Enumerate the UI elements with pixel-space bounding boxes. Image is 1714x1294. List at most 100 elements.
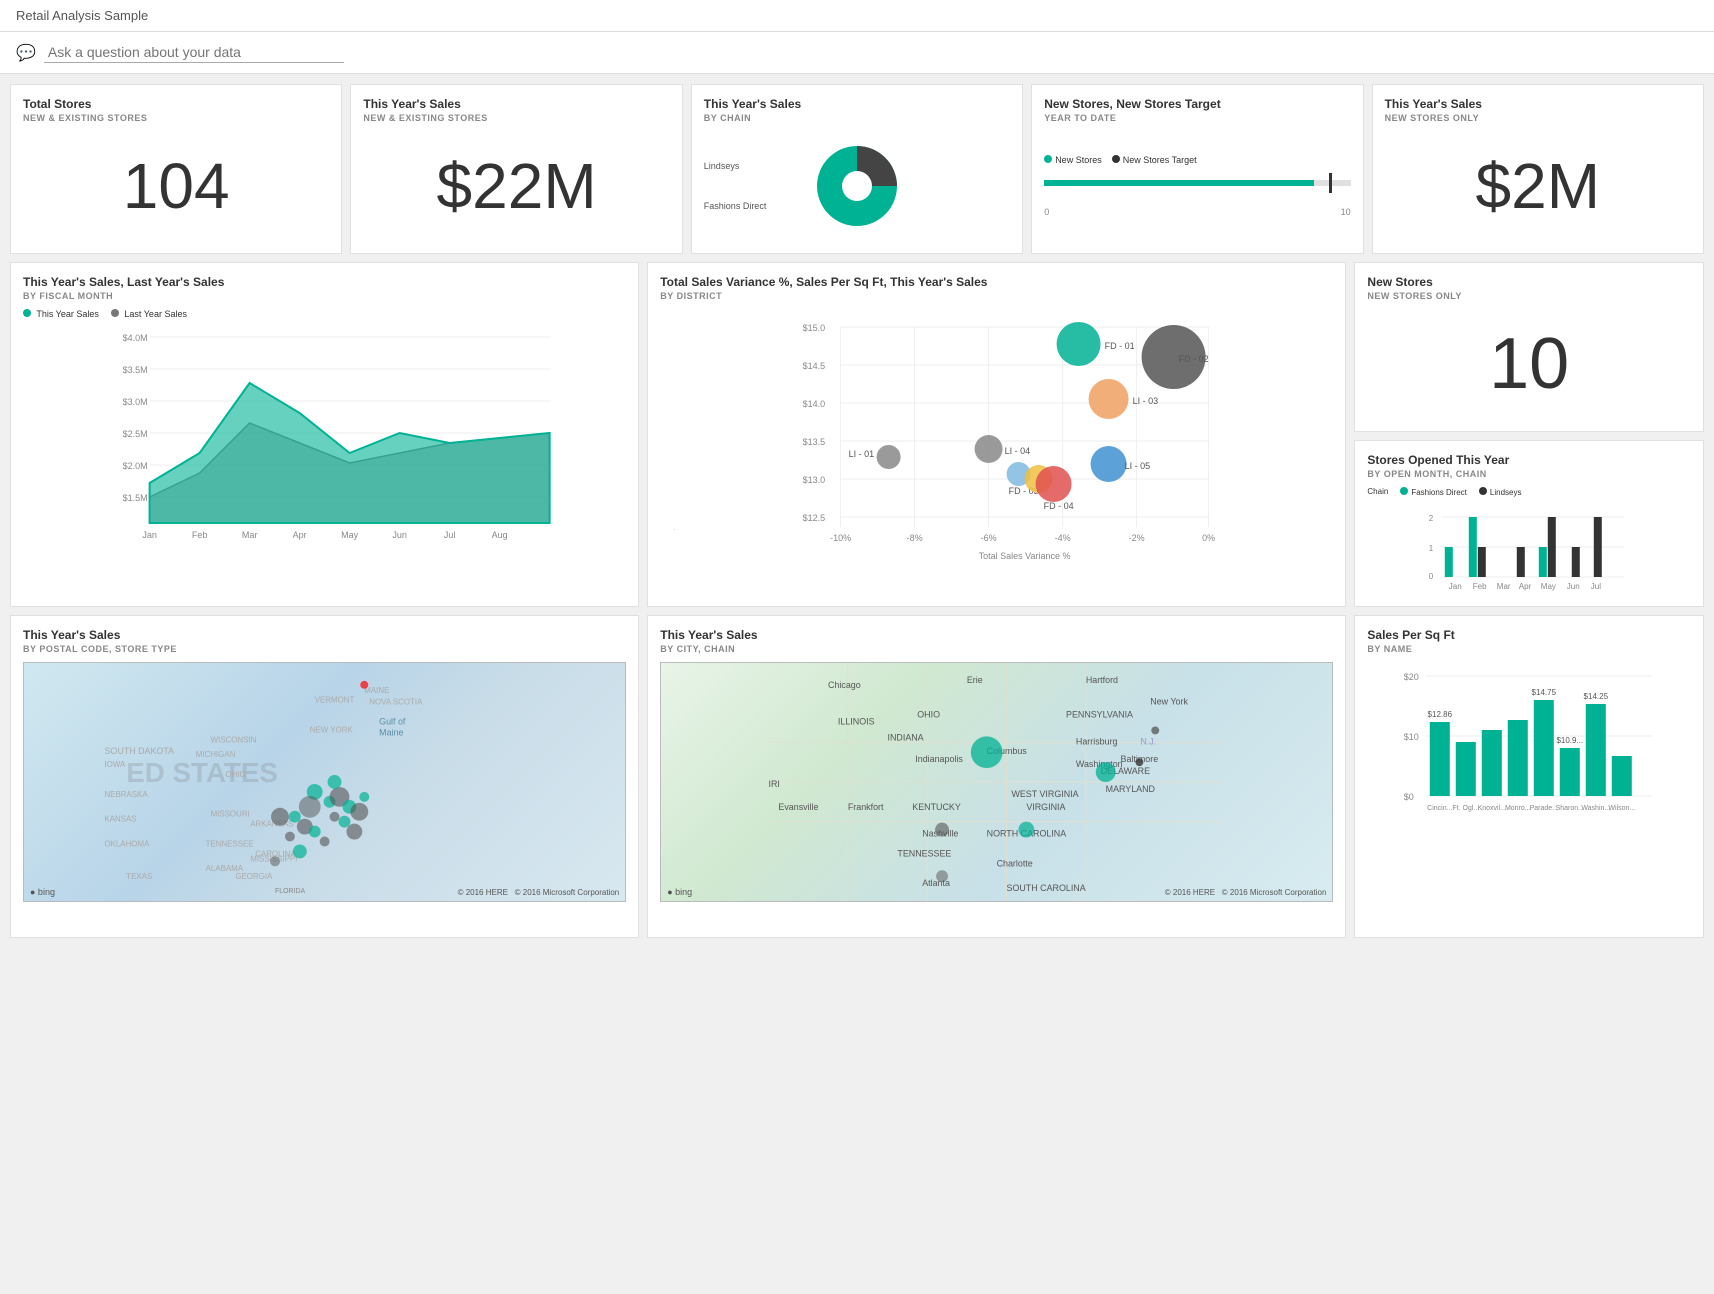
right-col-row2: New Stores NEW STORES ONLY 10 Stores Ope… <box>1354 262 1704 607</box>
scatter-svg: Sales Per Sq Ft $15.0 $14.5 $14.0 $13.5 … <box>674 309 1333 589</box>
svg-text:$3.5M: $3.5M <box>123 365 148 375</box>
svg-text:WISCONSIN: WISCONSIN <box>211 735 257 744</box>
svg-text:MAINE: MAINE <box>364 686 389 695</box>
svg-text:New York: New York <box>1151 697 1189 707</box>
svg-text:$14.75: $14.75 <box>1532 688 1557 697</box>
opened-bar-svg: 2 1 0 <box>1367 501 1691 591</box>
svg-text:Chicago: Chicago <box>828 680 861 690</box>
card-map-city: This Year's Sales BY CITY, CHAIN Chicago… <box>647 615 1346 938</box>
svg-text:MICHIGAN: MICHIGAN <box>196 750 236 759</box>
svg-text:Total Sales Variance %: Total Sales Variance % <box>979 551 1071 561</box>
li-legend: Lindseys <box>1479 487 1522 497</box>
bullet-bar <box>1044 180 1314 186</box>
svg-text:$13.5: $13.5 <box>803 437 826 447</box>
svg-text:OKLAHOMA: OKLAHOMA <box>104 839 150 848</box>
svg-text:NEBRASKA: NEBRASKA <box>104 790 148 799</box>
sales-ne-value: $22M <box>363 131 669 241</box>
bing-logo2: ● bing <box>667 887 692 897</box>
bullet-axis: 0 10 <box>1044 207 1350 217</box>
map1-title: This Year's Sales <box>23 628 626 642</box>
svg-text:0%: 0% <box>1202 533 1215 543</box>
svg-text:$14.0: $14.0 <box>803 399 826 409</box>
svg-text:Sharon...: Sharon... <box>1556 805 1584 812</box>
legend-new-stores: New Stores <box>1044 155 1102 165</box>
axis-10: 10 <box>1341 207 1351 217</box>
pie-label-lindseys: Lindseys <box>704 161 767 171</box>
sales-no-value: $2M <box>1385 131 1691 241</box>
svg-text:Jan: Jan <box>1449 582 1462 591</box>
svg-text:Aug: Aug <box>492 530 508 540</box>
svg-text:Jul: Jul <box>444 530 456 540</box>
total-stores-title: Total Stores <box>23 97 329 111</box>
qa-input[interactable] <box>44 42 344 63</box>
svg-text:Indianapolis: Indianapolis <box>916 754 964 764</box>
opened-legend: Chain Fashions Direct Lindseys <box>1367 487 1691 497</box>
bullet-chart-container: New Stores New Stores Target 0 10 <box>1044 131 1350 241</box>
svg-text:$12.86: $12.86 <box>1428 710 1453 719</box>
map2-visual: Chicago Erie Hartford New York PENNSYLVA… <box>660 662 1333 902</box>
app-title: Retail Analysis Sample <box>16 8 148 23</box>
legend-this-year: This Year Sales <box>23 309 99 319</box>
svg-text:IOWA: IOWA <box>104 760 126 769</box>
row-1: Total Stores NEW & EXISTING STORES 104 T… <box>10 84 1704 254</box>
row-2: This Year's Sales, Last Year's Sales BY … <box>10 262 1704 607</box>
svg-text:-10%: -10% <box>830 533 851 543</box>
legend-target: New Stores Target <box>1112 155 1197 165</box>
opened-title: Stores Opened This Year <box>1367 453 1691 467</box>
legend-last-year: Last Year Sales <box>111 309 187 319</box>
svg-text:SOUTH DAKOTA: SOUTH DAKOTA <box>104 746 174 756</box>
svg-text:Washin...: Washin... <box>1582 805 1611 812</box>
legend-dot-target <box>1112 155 1120 163</box>
svg-text:Monro...: Monro... <box>1505 805 1531 812</box>
fiscal-legend: This Year Sales Last Year Sales <box>23 309 626 319</box>
svg-text:FD - 04: FD - 04 <box>1044 501 1074 511</box>
map1-visual: ED STATES SOUTH DAKOTA IOWA NEBRASKA KAN… <box>23 662 626 902</box>
sqft-subtitle: BY NAME <box>1367 644 1691 654</box>
svg-text:Cincin...: Cincin... <box>1428 805 1453 812</box>
svg-text:NOVA SCOTIA: NOVA SCOTIA <box>369 698 423 707</box>
sales-chain-subtitle: BY CHAIN <box>704 113 1010 123</box>
svg-text:LI - 05: LI - 05 <box>1125 461 1151 471</box>
bing-logo: ● bing <box>30 887 55 897</box>
new-stores-subtitle: NEW STORES ONLY <box>1367 291 1691 301</box>
svg-text:Feb: Feb <box>192 530 208 540</box>
svg-text:LI - 03: LI - 03 <box>1133 396 1159 406</box>
card-sales-by-chain: This Year's Sales BY CHAIN Lindseys Fash… <box>691 84 1023 254</box>
svg-text:$13.0: $13.0 <box>803 475 826 485</box>
card-map-postal: This Year's Sales BY POSTAL CODE, STORE … <box>10 615 639 938</box>
svg-text:KENTUCKY: KENTUCKY <box>913 802 962 812</box>
qa-icon: 💬 <box>16 43 36 63</box>
new-stores-value: 10 <box>1367 309 1691 419</box>
bullet-chart <box>1044 173 1350 193</box>
svg-text:ED STATES: ED STATES <box>126 757 278 788</box>
dot-last-year <box>111 309 119 317</box>
svg-text:May: May <box>1541 582 1556 591</box>
svg-text:MARYLAND: MARYLAND <box>1106 784 1155 794</box>
svg-text:Harrisburg: Harrisburg <box>1076 736 1118 746</box>
fd-dot <box>1400 487 1408 495</box>
card-fiscal-month: This Year's Sales, Last Year's Sales BY … <box>10 262 639 607</box>
svg-text:-2%: -2% <box>1129 533 1145 543</box>
card-scatter: Total Sales Variance %, Sales Per Sq Ft,… <box>647 262 1346 607</box>
svg-text:IRI: IRI <box>769 779 780 789</box>
map1-subtitle: BY POSTAL CODE, STORE TYPE <box>23 644 626 654</box>
svg-text:Knoxvil...: Knoxvil... <box>1478 805 1506 812</box>
svg-text:TEXAS: TEXAS <box>126 872 152 881</box>
svg-text:Feb: Feb <box>1473 582 1487 591</box>
svg-text:Hartford: Hartford <box>1086 675 1118 685</box>
row-3: This Year's Sales BY POSTAL CODE, STORE … <box>10 615 1704 938</box>
svg-text:GEORGIA: GEORGIA <box>235 872 273 881</box>
svg-text:VERMONT: VERMONT <box>315 696 355 705</box>
svg-text:$4.0M: $4.0M <box>123 333 148 343</box>
svg-text:$20: $20 <box>1404 672 1419 682</box>
svg-text:$1.5M: $1.5M <box>123 493 148 503</box>
svg-text:LI - 04: LI - 04 <box>1005 446 1031 456</box>
fiscal-subtitle: BY FISCAL MONTH <box>23 291 626 301</box>
svg-text:Jun: Jun <box>392 530 407 540</box>
svg-text:TENNESSEE: TENNESSEE <box>206 839 254 848</box>
total-stores-value: 104 <box>23 131 329 241</box>
sales-ne-subtitle: NEW & EXISTING STORES <box>363 113 669 123</box>
opened-subtitle: BY OPEN MONTH, CHAIN <box>1367 469 1691 479</box>
svg-text:Apr: Apr <box>1519 582 1532 591</box>
total-stores-subtitle: NEW & EXISTING STORES <box>23 113 329 123</box>
